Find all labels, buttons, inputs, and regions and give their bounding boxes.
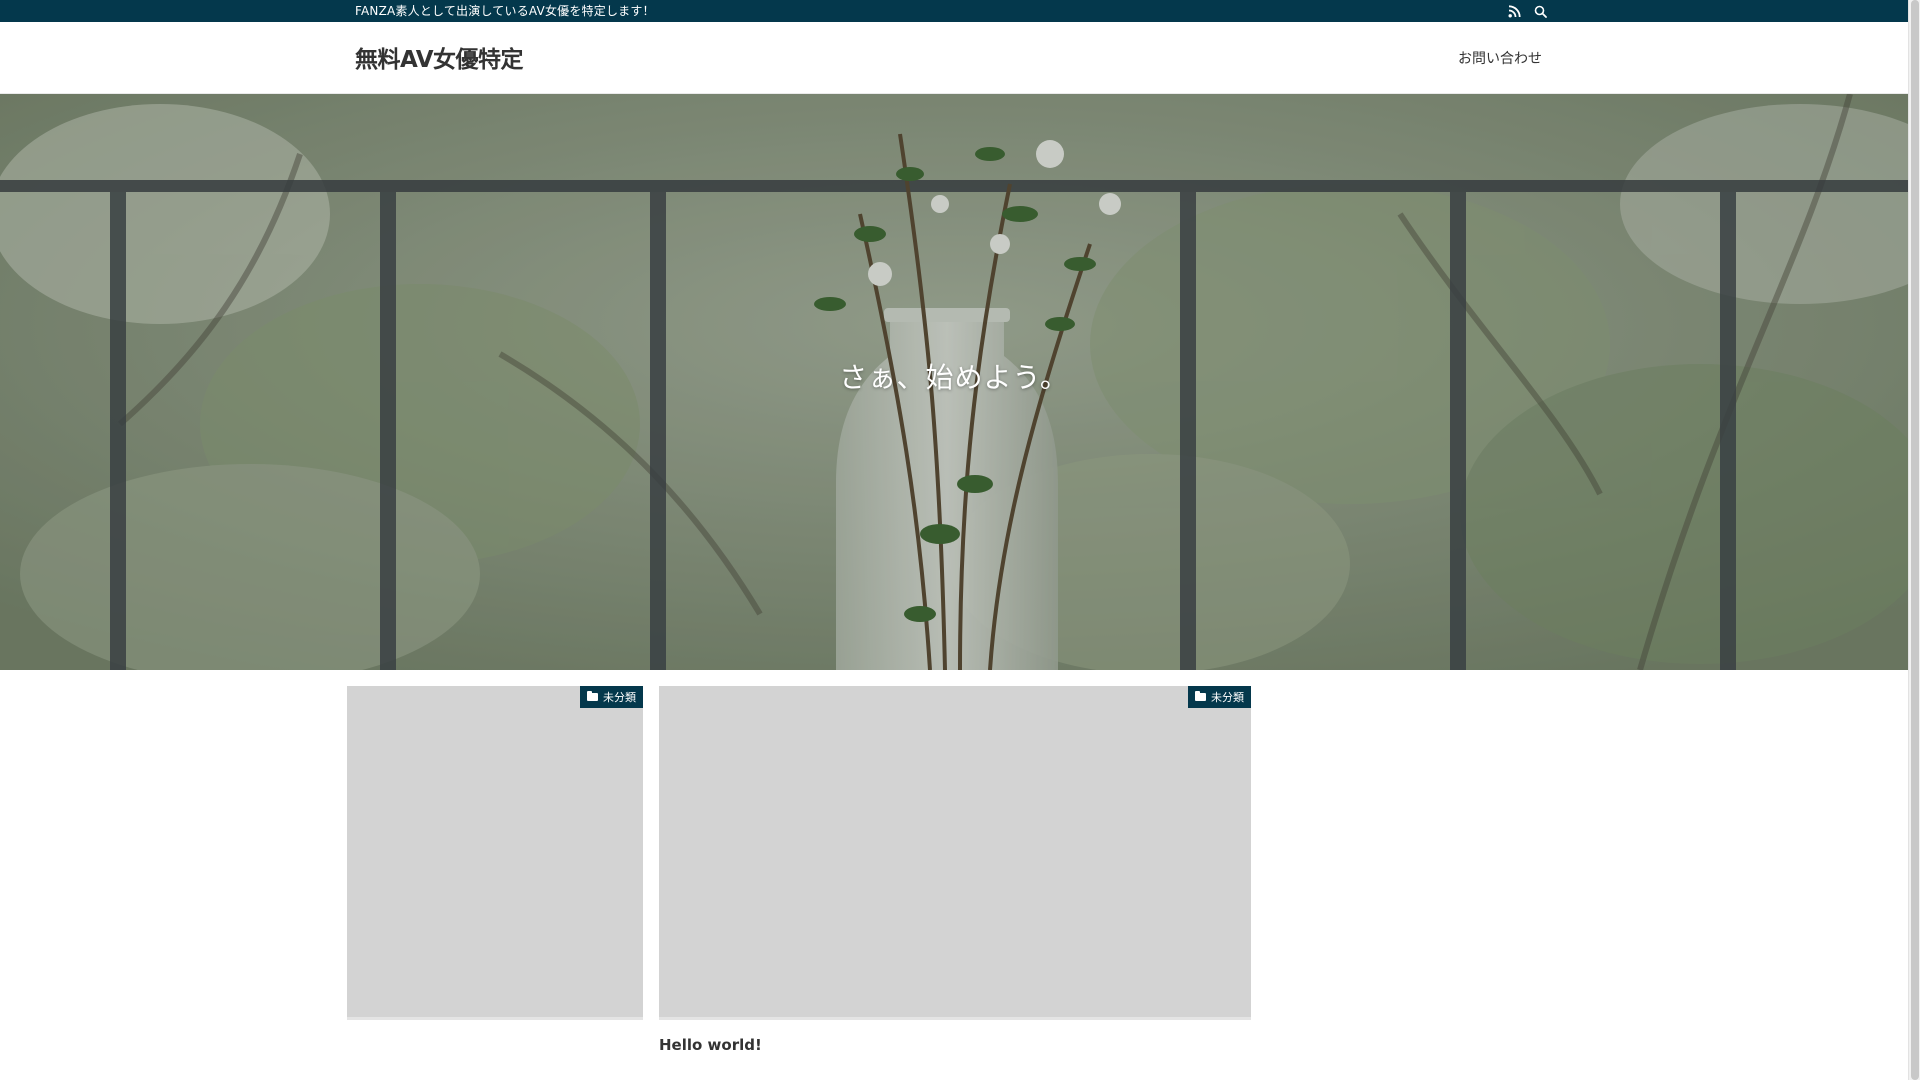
post-card[interactable]: 未分類 Hello world! — [659, 686, 1251, 1054]
folder-icon — [587, 691, 598, 701]
category-label: 未分類 — [603, 691, 636, 704]
top-notice-bar: FANZA素人として出演しているAV女優を特定します！ — [0, 0, 1908, 22]
category-label: 未分類 — [1211, 691, 1244, 704]
post-title[interactable]: Hello world! — [659, 1036, 1251, 1054]
rss-icon[interactable] — [1506, 3, 1522, 19]
topbar-icons — [1506, 0, 1548, 22]
site-title-link[interactable]: 無料AV女優特定 — [355, 40, 524, 74]
hero-banner: さぁ、始めよう。 — [0, 94, 1908, 670]
category-badge[interactable]: 未分類 — [580, 686, 643, 708]
search-icon[interactable] — [1532, 3, 1548, 19]
site-tagline: FANZA素人として出演しているAV女優を特定します！ — [355, 4, 655, 18]
post-card[interactable]: 未分類 — [347, 686, 643, 1036]
nav-item-contact[interactable]: お問い合わせ — [1458, 48, 1542, 68]
scrollbar-thumb[interactable] — [1911, 0, 1919, 1080]
site-header: 無料AV女優特定 お問い合わせ — [0, 22, 1908, 94]
page: FANZA素人として出演しているAV女優を特定します！ 無料AV女優特定 お問い… — [0, 0, 1920, 1080]
category-badge[interactable]: 未分類 — [1188, 686, 1251, 708]
page-scrollbar[interactable] — [1908, 0, 1920, 1080]
folder-icon — [1195, 691, 1206, 701]
post-thumbnail[interactable]: 未分類 — [659, 686, 1251, 1020]
hero-heading: さぁ、始めよう。 — [839, 361, 1069, 394]
post-thumbnail[interactable]: 未分類 — [347, 686, 643, 1020]
